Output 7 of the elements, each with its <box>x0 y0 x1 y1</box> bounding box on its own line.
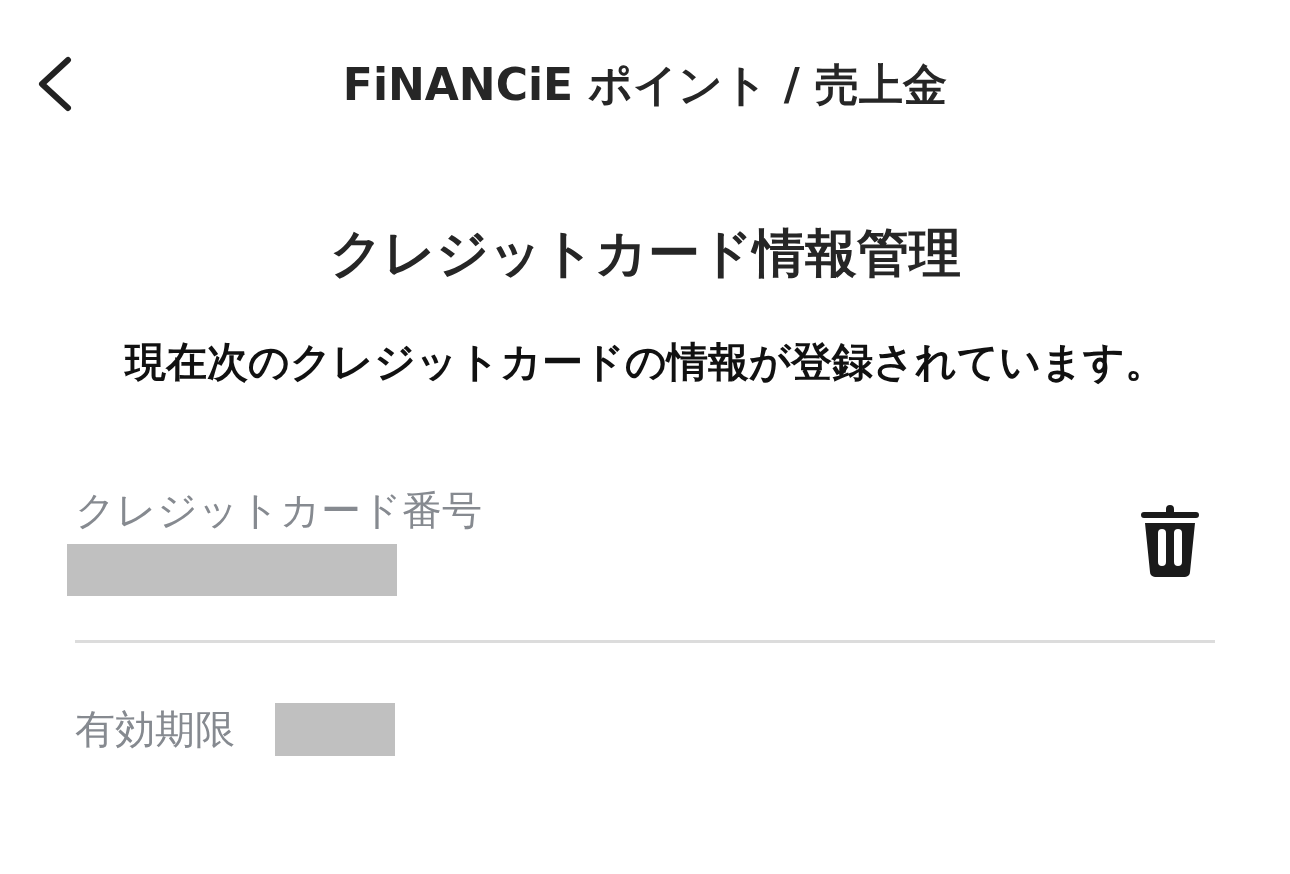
chevron-left-icon[interactable] <box>36 56 72 112</box>
field-label: クレジットカード番号 <box>75 485 482 534</box>
section-heading: クレジットカード情報管理 <box>328 222 962 285</box>
trash-icon[interactable] <box>1140 504 1200 577</box>
field-label: 有効期限 <box>75 705 235 754</box>
info-message: 現在次のクレジットカードの情報が登録されています。 <box>123 338 1167 388</box>
page-title: FiNANCiE ポイント / 売上金 <box>342 58 948 112</box>
